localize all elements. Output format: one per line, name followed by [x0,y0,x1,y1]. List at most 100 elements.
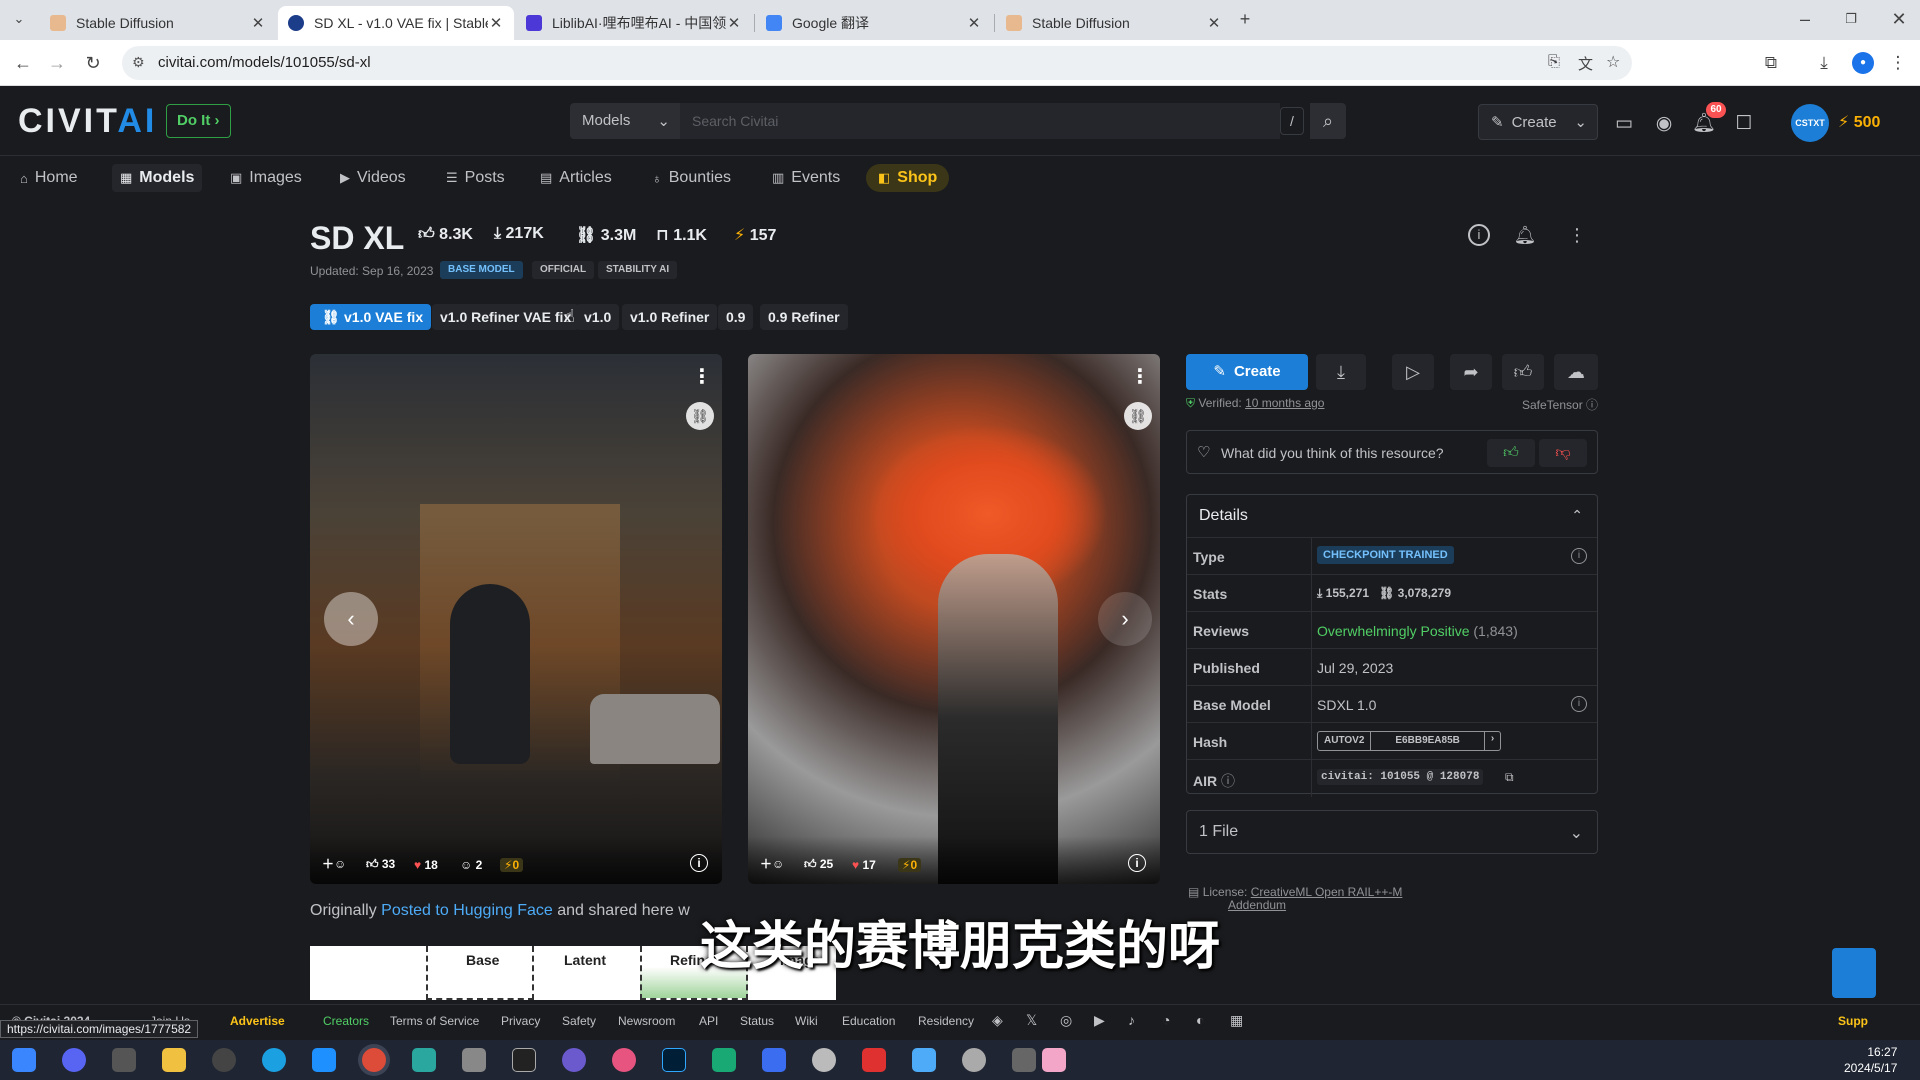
buzz-tip[interactable]: ⚡0 [898,858,922,872]
monitor-icon[interactable]: ▭ [1612,112,1636,136]
version-v1-refiner-vae-fix[interactable]: v1.0 Refiner VAE fix [432,304,580,330]
search-input[interactable]: Search Civitai [680,103,1280,139]
image-info-icon[interactable]: i [690,854,708,872]
minimize-icon[interactable]: – [1792,6,1818,32]
system-clock[interactable]: 16:27 2024/5/17 [1844,1044,1897,1076]
app-icon[interactable] [962,1048,986,1072]
nav-videos[interactable]: ▶ Videos [332,164,414,192]
footer-link-advertise[interactable]: Advertise [230,1014,285,1028]
verified-time-link[interactable]: 10 months ago [1245,396,1324,410]
download-icon[interactable]: ⤓ [1813,52,1835,74]
close-tab-icon[interactable]: ✕ [966,14,982,32]
url-field[interactable]: ⚙ civitai.com/models/101055/sd-xl ⎘ 文 ☆ [122,46,1632,80]
license-addendum-link[interactable]: Addendum [1228,898,1286,912]
reviews-value[interactable]: Overwhelmingly Positive (1,843) [1317,623,1518,639]
gallery-image-2[interactable]: ⋮ ⛓ › ＋☺ 👍︎ 25 ♥ 17 ⚡0 i [748,354,1160,884]
site-info-icon[interactable]: ⚙ [132,54,145,71]
files-accordion[interactable]: 1 File ⌄ [1186,810,1598,854]
like-reaction[interactable]: 👍︎ 33 [366,857,395,872]
footer-link-creators[interactable]: Creators [323,1014,369,1028]
bell-plus-icon[interactable]: 🔔︎ [1512,222,1538,248]
hash-selector[interactable]: AUTOV2 E6BB9EA85B › [1317,731,1502,751]
app-icon[interactable] [112,1048,136,1072]
menu-kebab-icon[interactable]: ⋮ [1887,52,1909,74]
version-v1-refiner[interactable]: v1.0 Refiner [622,304,718,330]
app-icon[interactable] [212,1048,236,1072]
app-icon[interactable] [612,1048,636,1072]
prev-image-icon[interactable]: ‹ [324,592,378,646]
app-icon[interactable] [312,1048,336,1072]
info-icon[interactable]: ⓘ [1586,398,1598,412]
discord-icon[interactable]: ◈ [992,1012,1003,1029]
instagram-icon[interactable]: ◎ [1060,1012,1072,1029]
translate-icon[interactable]: 文 [1578,53,1593,74]
chevron-up-icon[interactable]: ⌃ [1571,507,1583,524]
add-reaction-icon[interactable]: ＋☺ [760,855,784,872]
like-reaction[interactable]: 👍︎ 25 [804,857,833,872]
footer-link-terms[interactable]: Terms of Service [390,1014,479,1028]
close-tab-icon[interactable]: ✕ [488,14,504,32]
bookmark-star-icon[interactable]: ☆ [1606,52,1620,72]
app-icon[interactable] [412,1048,436,1072]
heart-reaction[interactable]: ♥ 18 [414,858,438,872]
reload-icon[interactable]: ↻ [80,50,106,76]
app-icon[interactable] [562,1048,586,1072]
heart-reaction[interactable]: ♥ 17 [852,858,876,872]
browser-tab-1[interactable]: Stable Diffusion ✕ [40,6,276,40]
thumbs-down-review-button[interactable]: 👎︎ [1539,439,1587,467]
app-icon[interactable] [512,1048,536,1072]
app-icon[interactable] [912,1048,936,1072]
version-0-9[interactable]: 0.9 [718,304,754,330]
tag-base-model[interactable]: BASE MODEL [440,261,523,279]
extensions-icon[interactable]: ⧉ [1760,52,1782,74]
link-icon[interactable]: ⛓ [1124,402,1152,430]
close-tab-icon[interactable]: ✕ [1206,14,1222,32]
nav-images[interactable]: ▣ Images [222,164,310,192]
reddit-icon[interactable]: ◔ [1162,1012,1170,1028]
buzz-balance[interactable]: ⚡ 500 [1838,112,1880,132]
eye-icon[interactable]: ◉ [1652,112,1676,136]
avatar[interactable]: CSTXT [1791,104,1829,142]
tab-search-icon[interactable]: ⌄ [6,6,32,32]
like-button[interactable]: 👍︎ [1502,354,1544,390]
info-icon[interactable]: i [1468,224,1490,246]
app-icon[interactable] [712,1048,736,1072]
next-image-icon[interactable]: › [1098,592,1152,646]
back-icon[interactable]: ← [10,50,36,76]
nav-bounties[interactable]: ♁ Bounties [644,164,739,192]
tiktok-icon[interactable]: ♪ [1128,1012,1135,1028]
license-link[interactable]: CreativeML Open RAIL++-M [1251,885,1403,899]
info-icon[interactable]: i [1571,548,1587,564]
discord-app-icon[interactable] [62,1048,86,1072]
search-type-select[interactable]: Models ⌄ [570,103,680,139]
browser-tab-3[interactable]: LiblibAI·哩布哩布AI - 中国领先 ✕ [516,6,752,40]
tag-official[interactable]: OFFICIAL [532,261,595,279]
install-app-icon[interactable]: ⎘ [1548,53,1560,70]
civitai-logo[interactable]: CIVITAI [18,102,157,141]
run-button[interactable]: ▷ [1392,354,1434,390]
footer-link-api[interactable]: API [699,1014,718,1028]
start-icon[interactable] [12,1048,36,1072]
create-menu-button[interactable]: ✎ Create ⌄ [1478,104,1598,140]
footer-link-residency[interactable]: Residency [918,1014,974,1028]
footer-link-newsroom[interactable]: Newsroom [618,1014,675,1028]
app-icon[interactable] [862,1048,886,1072]
app-icon[interactable] [1042,1048,1066,1072]
chrome-icon[interactable] [362,1048,386,1072]
buzz-tip[interactable]: ⚡0 [500,858,524,872]
search-icon[interactable]: ⌕ [1310,103,1346,139]
browser-tab-4[interactable]: Google 翻译 ✕ [756,6,992,40]
laugh-reaction[interactable]: ☺ 2 [460,858,482,872]
restore-icon[interactable]: ❐ [1838,6,1864,32]
version-0-9-refiner[interactable]: 0.9 Refiner [760,304,848,330]
info-icon[interactable]: ⓘ [1221,773,1235,789]
add-reaction-icon[interactable]: ＋☺ [322,855,346,872]
footer-link-education[interactable]: Education [842,1014,895,1028]
file-explorer-icon[interactable] [162,1048,186,1072]
more-vertical-icon[interactable]: ⋮ [692,364,712,389]
version-v1-vae-fix[interactable]: ⛓ v1.0 VAE fix [310,304,432,330]
nav-events[interactable]: ▥ Events [764,164,848,192]
new-tab-icon[interactable]: + [1232,6,1258,32]
more-vertical-icon[interactable]: ⋮ [1130,364,1150,389]
app-icon[interactable] [462,1048,486,1072]
